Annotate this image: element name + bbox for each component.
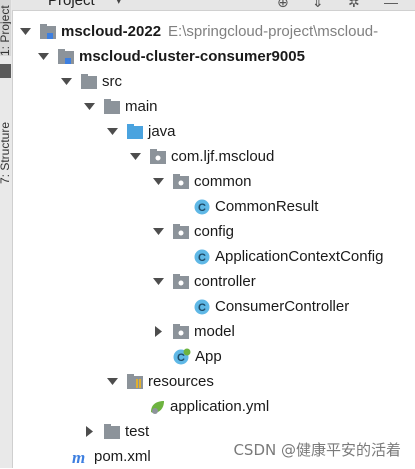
hide-icon[interactable]: —: [384, 0, 398, 10]
tree-label: CommonResult: [215, 198, 319, 215]
tree-label: App: [195, 348, 222, 365]
package-icon: [172, 173, 190, 191]
package-icon: [172, 273, 190, 291]
tree-row-main[interactable]: main: [12, 94, 415, 119]
tree-row-module[interactable]: mscloud-cluster-consumer9005: [12, 44, 415, 69]
svg-text:C: C: [198, 302, 206, 314]
folder-icon: [103, 98, 121, 116]
tree-row-consumercontroller[interactable]: C ConsumerController: [12, 294, 415, 319]
tree-row-applicationyml[interactable]: application.yml: [12, 394, 415, 419]
project-panel-header: Project ▾ ⊕ ⇕ ✲ —: [12, 0, 415, 11]
project-panel-title[interactable]: Project: [48, 0, 95, 9]
class-icon: C: [193, 198, 211, 216]
tree-row-model[interactable]: model: [12, 319, 415, 344]
tree-row-root[interactable]: mscloud-2022 E:\springcloud-project\mscl…: [12, 19, 415, 44]
tree-row-config[interactable]: config: [12, 219, 415, 244]
svg-text:C: C: [198, 252, 206, 264]
folder-icon: [80, 73, 98, 91]
yaml-spring-icon: [148, 398, 166, 416]
csdn-watermark: CSDN @健康平安的活着: [233, 441, 401, 459]
tree-row-commonresult[interactable]: C CommonResult: [12, 194, 415, 219]
collapse-all-icon[interactable]: ⇕: [312, 0, 324, 10]
package-icon: [172, 323, 190, 341]
tree-label: model: [194, 323, 235, 340]
locate-icon[interactable]: ⊕: [277, 0, 289, 10]
tree-label: config: [194, 223, 235, 240]
tree-row-java[interactable]: java: [12, 119, 415, 144]
chevron-down-icon[interactable]: [37, 51, 49, 63]
project-tool-tab[interactable]: 1: Project: [0, 0, 11, 56]
tree-label: controller: [194, 273, 256, 290]
tree-label: resources: [148, 373, 214, 390]
chevron-down-icon[interactable]: [129, 151, 141, 163]
structure-tool-tab[interactable]: 7: Structure: [0, 96, 11, 184]
tree-label: ApplicationContextConfig: [215, 248, 384, 265]
module-folder-icon: [57, 48, 75, 66]
tree-label: src: [102, 73, 122, 90]
tree-label: test: [125, 423, 150, 440]
tree-row-controller[interactable]: controller: [12, 269, 415, 294]
chevron-right-icon[interactable]: [83, 426, 95, 438]
chevron-down-icon[interactable]: [152, 176, 164, 188]
root-path: E:\springcloud-project\mscloud-: [168, 23, 379, 40]
view-dropdown-icon[interactable]: ▾: [116, 0, 122, 7]
tree-row-resources[interactable]: resources: [12, 369, 415, 394]
tool-window-marker: [0, 64, 11, 78]
tree-label: com.ljf.mscloud: [171, 148, 275, 165]
spring-boot-class-icon: C: [173, 348, 191, 366]
tree-row-src[interactable]: src: [12, 69, 415, 94]
class-icon: C: [193, 298, 211, 316]
chevron-down-icon[interactable]: [152, 226, 164, 238]
tree-row-common[interactable]: common: [12, 169, 415, 194]
chevron-down-icon[interactable]: [60, 76, 72, 88]
tree-row-package[interactable]: com.ljf.mscloud: [12, 144, 415, 169]
chevron-down-icon[interactable]: [152, 276, 164, 288]
chevron-down-icon[interactable]: [106, 126, 118, 138]
source-folder-icon: [126, 123, 144, 141]
module-folder-icon: [39, 23, 57, 41]
tree-label: mscloud-cluster-consumer9005: [79, 48, 305, 65]
tree-row-appcontextconfig[interactable]: C ApplicationContextConfig: [12, 244, 415, 269]
tree-label: main: [125, 98, 158, 115]
tree-label: java: [148, 123, 176, 140]
svg-text:C: C: [198, 202, 206, 214]
class-icon: C: [193, 248, 211, 266]
package-icon: [172, 223, 190, 241]
settings-gear-icon[interactable]: ✲: [348, 0, 360, 10]
chevron-down-icon[interactable]: [83, 101, 95, 113]
tree-label: pom.xml: [94, 448, 151, 465]
svg-text:m: m: [72, 449, 85, 465]
tree-label: common: [194, 173, 252, 190]
project-tree: mscloud-2022 E:\springcloud-project\mscl…: [12, 12, 415, 468]
resources-folder-icon: [126, 373, 144, 391]
maven-icon: m: [72, 448, 90, 466]
tree-label: ConsumerController: [215, 298, 350, 315]
tree-row-app[interactable]: C App: [12, 344, 415, 369]
chevron-right-icon[interactable]: [152, 326, 164, 338]
tree-label: mscloud-2022: [61, 23, 162, 40]
chevron-down-icon[interactable]: [19, 26, 31, 38]
chevron-down-icon[interactable]: [106, 376, 118, 388]
package-icon: [149, 148, 167, 166]
svg-text:C: C: [177, 352, 185, 364]
tree-label: application.yml: [170, 398, 270, 415]
folder-icon: [103, 423, 121, 441]
